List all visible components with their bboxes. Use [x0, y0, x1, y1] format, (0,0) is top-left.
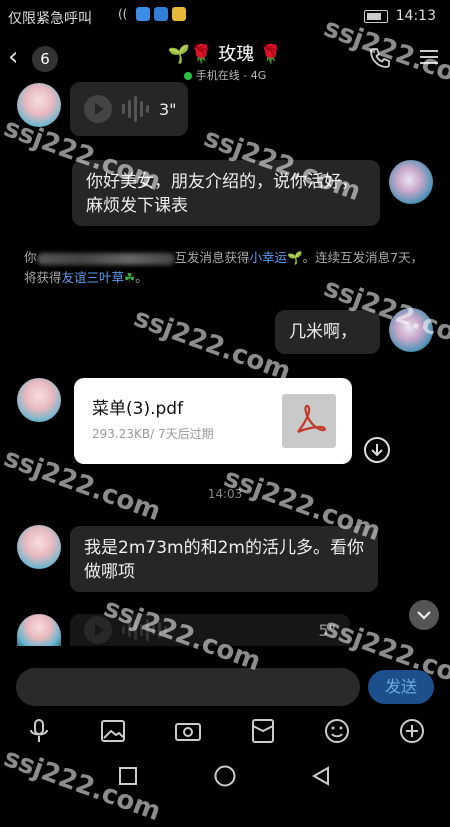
online-status-text: 手机在线 - 4G	[195, 69, 267, 82]
phone-call-icon[interactable]	[368, 46, 392, 70]
back-icon[interactable]	[310, 765, 332, 787]
contact-avatar[interactable]	[17, 614, 61, 646]
notice-text-a: 互发消息获得	[174, 250, 250, 265]
plus-icon[interactable]	[397, 716, 427, 746]
play-icon[interactable]	[84, 616, 112, 644]
online-dot-icon	[183, 72, 192, 80]
voice-duration: 3"	[159, 99, 177, 119]
recents-icon[interactable]	[118, 766, 138, 786]
contact-title[interactable]: 🌱🌹 玫瑰 🌹 手机在线 - 4G	[125, 40, 325, 83]
notice-suffix: 。	[135, 270, 148, 285]
pdf-file-icon	[282, 394, 336, 448]
send-button[interactable]: 发送	[368, 670, 434, 704]
play-icon[interactable]	[84, 95, 112, 123]
watermark: ssj222.com	[129, 302, 295, 388]
incoming-message-bubble[interactable]: 我是2m73m的和2m的活儿多。看你做哪项	[70, 526, 378, 592]
my-avatar[interactable]	[389, 308, 433, 352]
chat-header: ‹ 6 🌱🌹 玫瑰 🌹 手机在线 - 4G	[0, 34, 450, 86]
contact-avatar[interactable]	[17, 378, 61, 422]
input-toolbar	[0, 712, 450, 750]
friendship-notice: 你互发消息获得小幸运🌱。连续互发消息7天，将获得友谊三叶草☘。	[24, 248, 424, 288]
my-avatar[interactable]	[389, 160, 433, 204]
notice-prefix: 你	[24, 250, 37, 265]
download-icon[interactable]	[364, 437, 390, 463]
lucky-link[interactable]: 小幸运	[250, 250, 288, 265]
status-bar: 仅限紧急呼叫 (( 14:13	[0, 0, 450, 34]
waveform-icon	[122, 619, 167, 641]
blurred-name	[36, 252, 175, 265]
file-message-card[interactable]: 菜单(3).pdf 293.23KB/ 7天后过期	[74, 378, 352, 464]
gallery-notification-icon	[172, 7, 186, 21]
message-text: 几米啊，	[289, 322, 357, 342]
voice-message-bubble[interactable]: 5"	[70, 614, 350, 646]
outgoing-message-bubble[interactable]: 你好美女，朋友介绍的，说你活好，麻烦发下课表	[72, 160, 380, 226]
app-notification-icon	[136, 7, 150, 21]
voice-duration: 5"	[318, 620, 336, 640]
status-icons: ((	[118, 7, 186, 21]
waveform-icon	[122, 96, 149, 122]
sprout-icon: 🌱	[287, 250, 303, 265]
home-icon[interactable]	[213, 764, 237, 788]
online-status: 手机在线 - 4G	[125, 67, 325, 83]
qq-notification-icon	[154, 7, 168, 21]
carrier-text: 仅限紧急呼叫	[8, 11, 92, 27]
file-name: 菜单(3).pdf	[92, 399, 184, 419]
image-icon[interactable]	[98, 716, 128, 746]
wifi-icon: ((	[118, 7, 128, 21]
clover-icon: ☘	[124, 270, 136, 285]
battery-icon	[363, 9, 388, 23]
scroll-down-button[interactable]	[409, 600, 439, 630]
more-menu-icon[interactable]	[420, 46, 438, 68]
clover-link[interactable]: 友谊三叶草	[62, 270, 125, 285]
outgoing-message-bubble[interactable]: 几米啊，	[275, 310, 380, 354]
contact-name: 🌱🌹 玫瑰 🌹	[167, 44, 283, 65]
system-nav-bar	[0, 752, 450, 800]
file-meta: 293.23KB/ 7天后过期	[92, 427, 214, 441]
message-text: 我是2m73m的和2m的活儿多。看你做哪项	[84, 538, 364, 582]
contact-avatar[interactable]	[17, 83, 61, 127]
voice-message-bubble[interactable]: 3"	[70, 82, 188, 136]
clock: 14:13	[395, 8, 436, 24]
message-text: 你好美女，朋友介绍的，说你活好，麻烦发下课表	[86, 172, 358, 216]
microphone-icon[interactable]	[24, 716, 54, 746]
chevron-down-icon	[417, 611, 431, 620]
red-packet-icon[interactable]	[248, 716, 278, 746]
contact-avatar[interactable]	[17, 525, 61, 569]
back-arrow-icon[interactable]: ‹	[8, 42, 18, 72]
camera-icon[interactable]	[173, 716, 203, 746]
message-timestamp: 14:03	[207, 487, 243, 501]
unread-count-badge[interactable]: 6	[32, 46, 58, 72]
emoji-icon[interactable]	[322, 716, 352, 746]
message-input[interactable]	[16, 668, 360, 706]
